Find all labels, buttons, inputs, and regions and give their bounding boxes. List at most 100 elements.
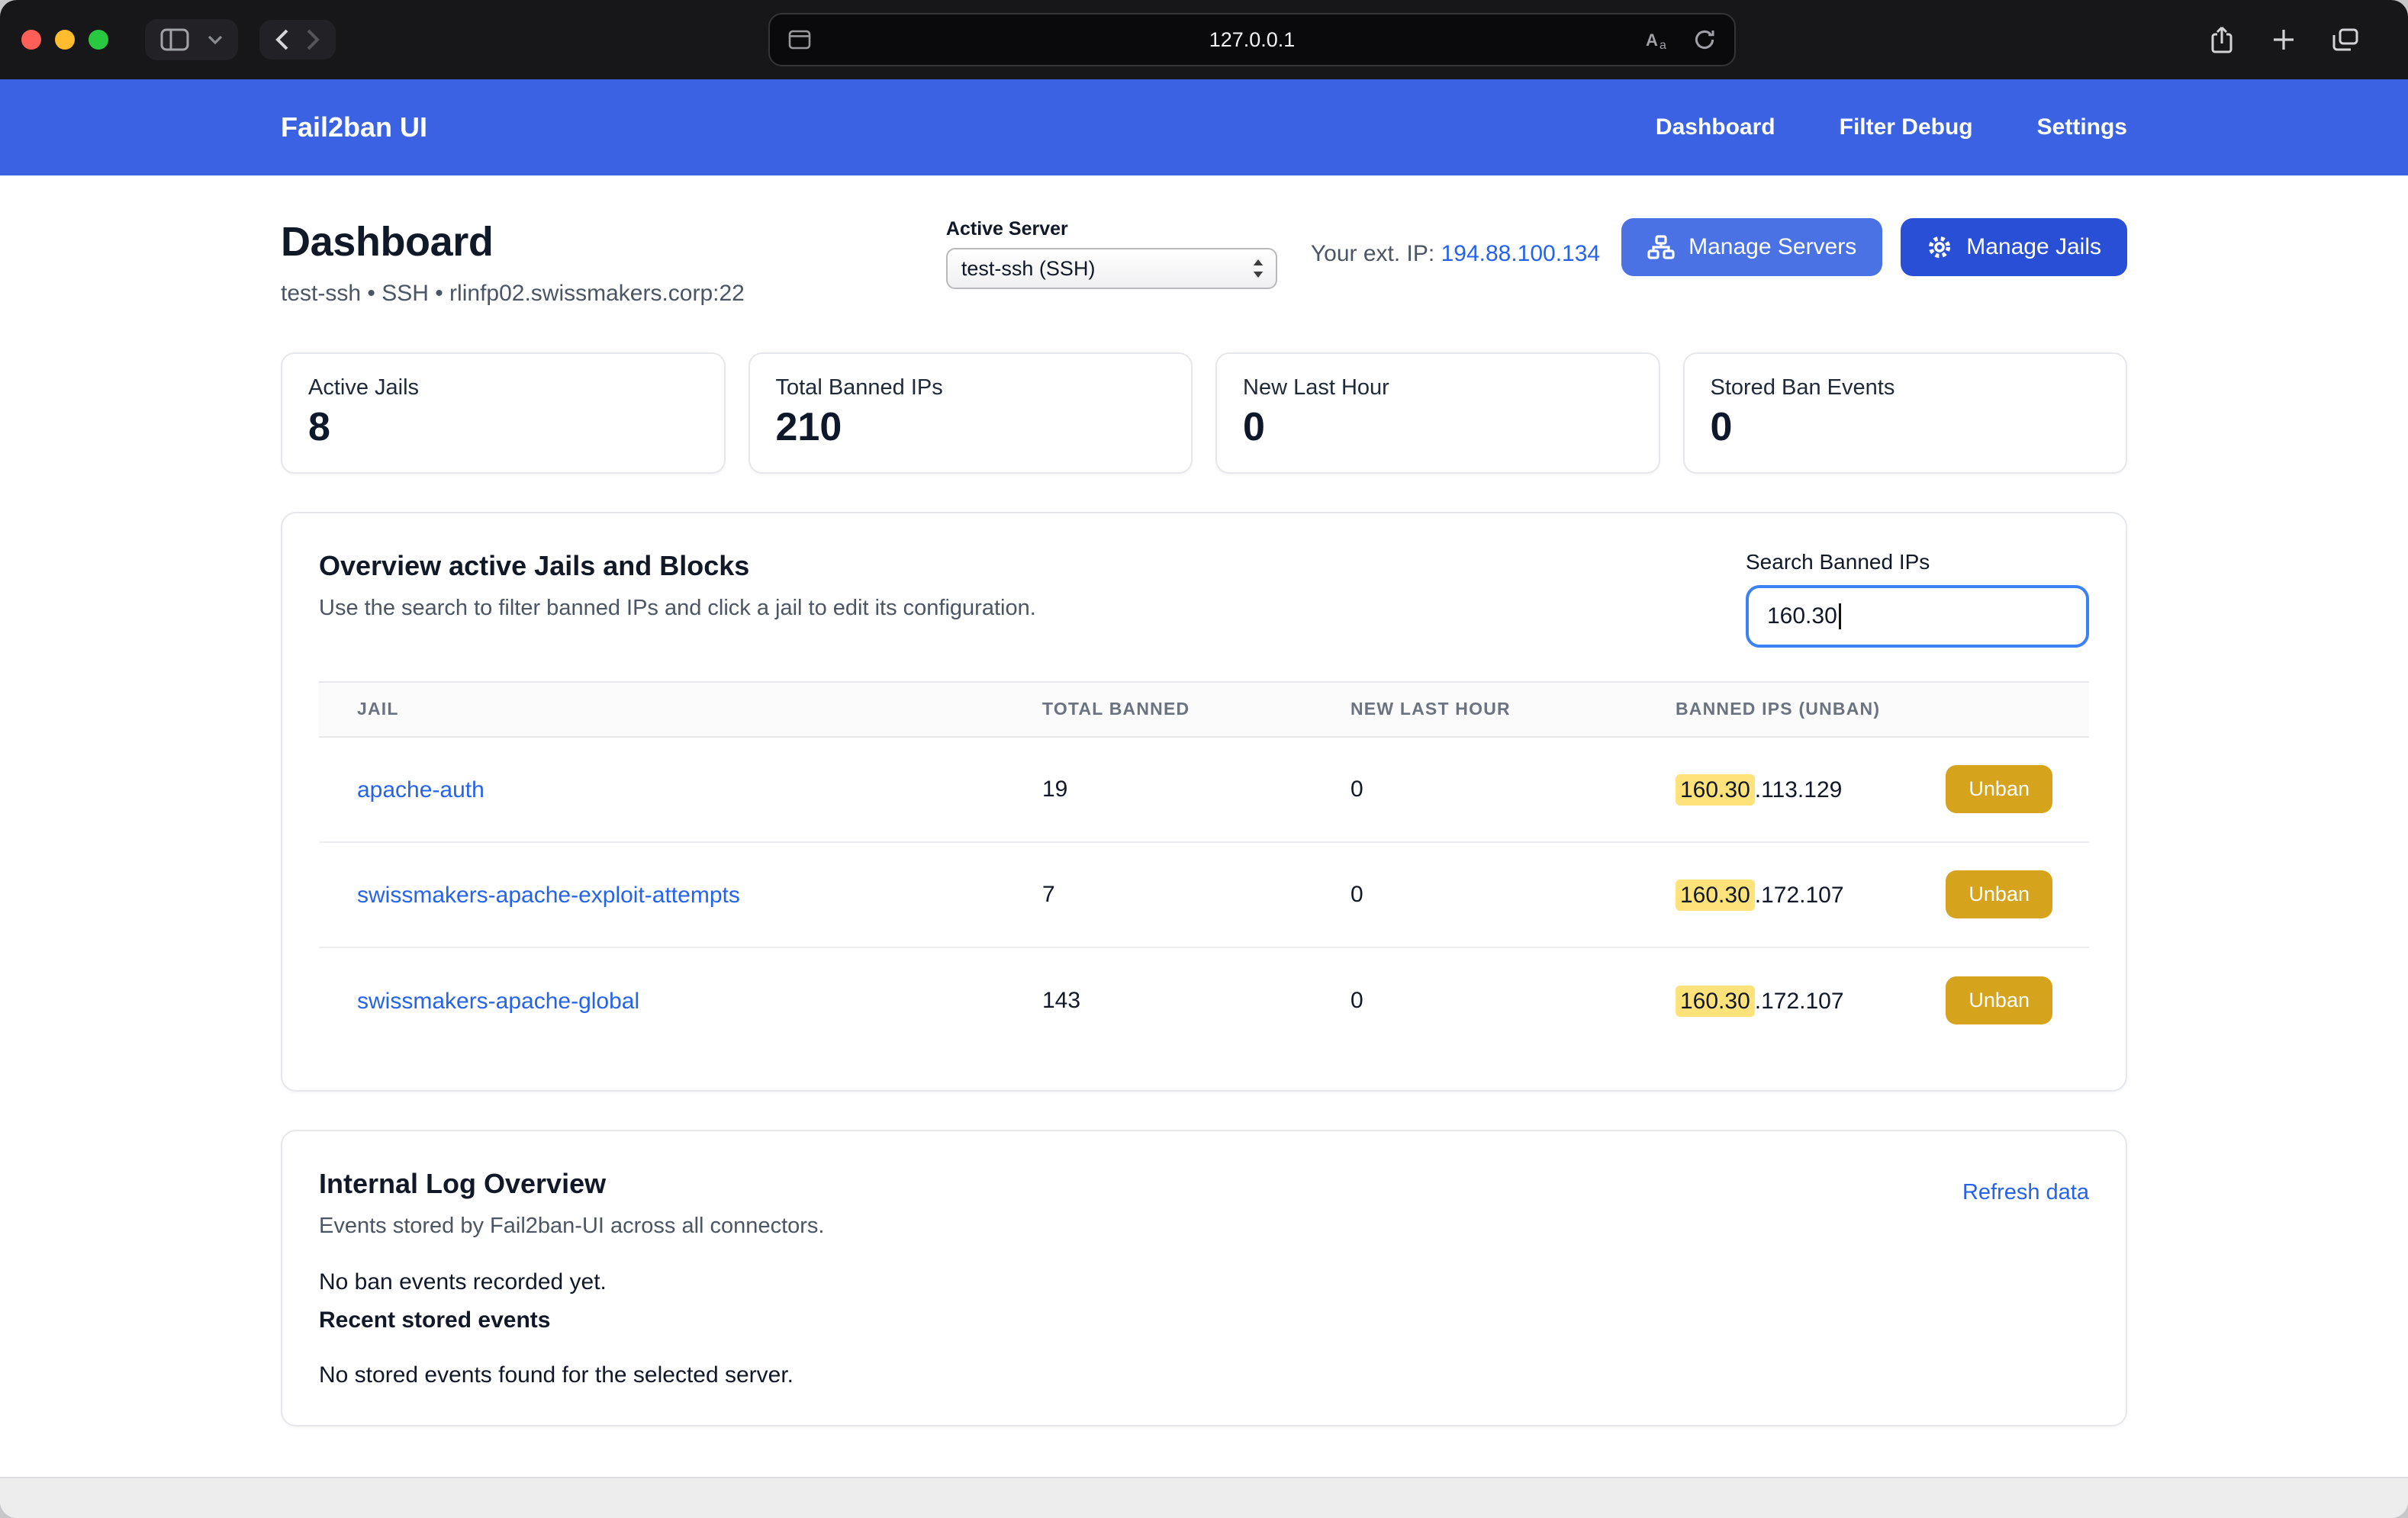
active-server-label: Active Server [946,218,1277,240]
total-banned-cell: 19 [1042,777,1350,802]
app-navbar: Fail2ban UI Dashboard Filter Debug Setti… [0,79,2408,175]
stat-label: Stored Ban Events [1711,375,2101,400]
page-title-block: Dashboard test-ssh • SSH • rlinfp02.swis… [281,218,745,307]
log-subtitle: Events stored by Fail2ban-UI across all … [319,1214,824,1239]
header-controls: Active Server test-ssh (SSH) Your ext [946,218,2127,289]
manage-jails-label: Manage Jails [1966,234,2101,260]
col-total-banned: TOTAL BANNED [1042,699,1350,719]
sidebar-controls [145,19,238,60]
jail-link[interactable]: swissmakers-apache-global [357,989,639,1014]
stat-value: 0 [1243,405,1633,451]
back-icon[interactable] [275,29,288,50]
forward-icon[interactable] [307,29,320,50]
ip-rest: .113.129 [1755,777,1843,802]
jail-link[interactable]: apache-auth [357,777,484,802]
new-last-hour-cell: 0 [1350,988,1676,1014]
stat-card-new-last-hour: New Last Hour 0 [1215,352,1660,474]
log-heading-block: Internal Log Overview Events stored by F… [319,1168,824,1239]
page-subtitle: test-ssh • SSH • rlinfp02.swissmakers.co… [281,281,745,307]
manage-jails-button[interactable]: Manage Jails [1901,218,2127,276]
page-title: Dashboard [281,218,745,265]
url-text: 127.0.0.1 [770,28,1734,52]
browser-window: 127.0.0.1 A a [0,0,2408,1518]
external-ip-value: 194.88.100.134 [1441,241,1601,266]
chevron-down-icon[interactable] [208,35,223,44]
text-caret [1839,603,1841,629]
banned-ip: 160.30.172.107 [1676,880,1844,909]
total-banned-cell: 7 [1042,882,1350,908]
no-ban-events-text: No ban events recorded yet. [319,1269,2089,1295]
table-row: apache-auth 19 0 160.30.113.129 Unban [319,738,2089,843]
reload-icon[interactable] [1693,28,1716,51]
stat-value: 8 [308,405,698,451]
stat-value: 210 [776,405,1166,451]
search-value: 160.30 [1767,603,1837,629]
banned-ip: 160.30.172.107 [1676,986,1844,1015]
fullscreen-window-button[interactable] [89,30,108,50]
ip-rest: .172.107 [1755,989,1844,1014]
svg-text:A: A [1646,31,1658,50]
search-label: Search Banned IPs [1746,550,2089,574]
ip-rest: .172.107 [1755,883,1844,908]
col-banned-ips: BANNED IPS (UNBAN) [1676,699,2089,719]
unban-button[interactable]: Unban [1946,765,2052,813]
stat-cards: Active Jails 8 Total Banned IPs 210 New … [281,352,2127,474]
manage-servers-label: Manage Servers [1688,234,1856,260]
select-arrows-icon [1251,259,1265,278]
total-banned-cell: 143 [1042,988,1350,1014]
unban-button[interactable]: Unban [1946,870,2052,918]
table-row: swissmakers-apache-exploit-attempts 7 0 … [319,843,2089,948]
stat-card-active-jails: Active Jails 8 [281,352,726,474]
search-input[interactable]: 160.30 [1746,585,2089,648]
window-controls [21,30,108,50]
search-block: Search Banned IPs 160.30 [1746,550,2089,648]
nav-filter-debug[interactable]: Filter Debug [1840,114,1973,140]
share-icon[interactable] [2208,24,2236,55]
internal-log-card: Internal Log Overview Events stored by F… [281,1130,2127,1426]
browser-toolbar: 127.0.0.1 A a [0,0,2408,79]
new-last-hour-cell: 0 [1350,777,1676,802]
close-window-button[interactable] [21,30,41,50]
unban-button[interactable]: Unban [1946,976,2052,1024]
new-last-hour-cell: 0 [1350,882,1676,908]
ip-highlight: 160.30 [1676,880,1755,911]
no-stored-events-text: No stored events found for the selected … [319,1362,2089,1388]
nav-settings[interactable]: Settings [2037,114,2127,140]
toolbar-center: 127.0.0.1 A a [336,13,2168,66]
page-layout-icon[interactable] [788,30,811,50]
overview-heading-block: Overview active Jails and Blocks Use the… [319,550,1036,621]
active-server-value: test-ssh (SSH) [961,257,1096,281]
ip-highlight: 160.30 [1676,986,1755,1017]
col-jail: JAIL [319,699,1042,719]
stat-card-stored-events: Stored Ban Events 0 [1683,352,2128,474]
external-ip: Your ext. IP: 194.88.100.134 [1311,241,1600,267]
refresh-data-link[interactable]: Refresh data [1962,1180,2089,1205]
stat-label: New Last Hour [1243,375,1633,400]
ip-highlight: 160.30 [1676,774,1755,806]
banned-ip: 160.30.113.129 [1676,775,1842,803]
address-bar-actions: A a [1646,28,1716,51]
stat-card-total-banned: Total Banned IPs 210 [748,352,1193,474]
address-bar[interactable]: 127.0.0.1 A a [768,13,1736,66]
external-ip-label: Your ext. IP: [1311,241,1434,266]
overview-card: Overview active Jails and Blocks Use the… [281,512,2127,1092]
nav-dashboard[interactable]: Dashboard [1656,114,1775,140]
tab-overview-icon[interactable] [2332,27,2359,52]
overview-subtitle: Use the search to filter banned IPs and … [319,596,1036,621]
sidebar-toggle-icon[interactable] [160,28,189,51]
recent-events-title: Recent stored events [319,1307,2089,1333]
window-footer [0,1477,2408,1518]
stat-label: Total Banned IPs [776,375,1166,400]
manage-servers-button[interactable]: Manage Servers [1621,218,1882,276]
minimize-window-button[interactable] [55,30,75,50]
app-brand[interactable]: Fail2ban UI [281,111,427,143]
page-header: Dashboard test-ssh • SSH • rlinfp02.swis… [281,218,2127,307]
new-tab-icon[interactable] [2272,28,2295,51]
nav-links: Dashboard Filter Debug Settings [1656,114,2127,140]
translate-icon[interactable]: A a [1646,29,1670,50]
main-content: Dashboard test-ssh • SSH • rlinfp02.swis… [0,175,2408,1477]
history-controls [259,20,336,59]
svg-text:a: a [1660,39,1666,50]
jail-link[interactable]: swissmakers-apache-exploit-attempts [357,883,740,908]
active-server-select[interactable]: test-ssh (SSH) [946,248,1277,289]
